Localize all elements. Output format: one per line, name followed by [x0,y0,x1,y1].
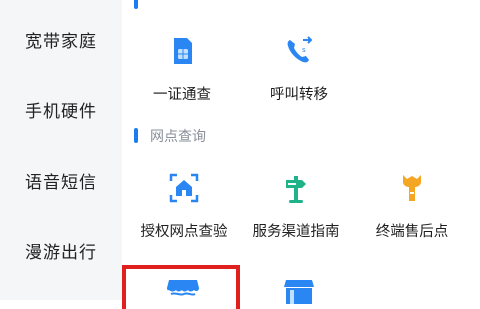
service-label: 一证通查 [153,87,211,103]
service-label: 终端售后点 [375,224,449,240]
call-forward-icon: s [287,36,313,63]
sidebar-item-roaming[interactable]: 漫游出行 [0,238,122,263]
section-indicator [134,128,138,143]
sidebar-item-voice-sms[interactable]: 语音短信 [0,168,122,193]
shop-icon[interactable] [282,278,316,304]
sidebar-item-hardware[interactable]: 手机硬件 [0,97,122,122]
svg-text:s: s [302,46,306,54]
section-title: 网点查询 [150,129,206,145]
service-label: 呼叫转移 [270,87,328,103]
service-panel: 一证通查 s 呼叫转移 网点查询 授权网点查验 服务渠道指南 终端售后点 [122,0,480,304]
wrench-icon [403,175,421,201]
store-scan-icon [169,173,199,203]
signpost-icon [286,176,306,203]
service-label: 服务渠道指南 [252,224,340,240]
category-sidebar: 宽带家庭 手机硬件 语音短信 漫游出行 [0,0,122,300]
section-indicator [134,0,138,9]
sim-card-icon [174,38,192,64]
sidebar-item-broadband[interactable]: 宽带家庭 [0,27,122,52]
highlight-box [122,265,240,309]
service-label: 授权网点查验 [140,224,228,240]
